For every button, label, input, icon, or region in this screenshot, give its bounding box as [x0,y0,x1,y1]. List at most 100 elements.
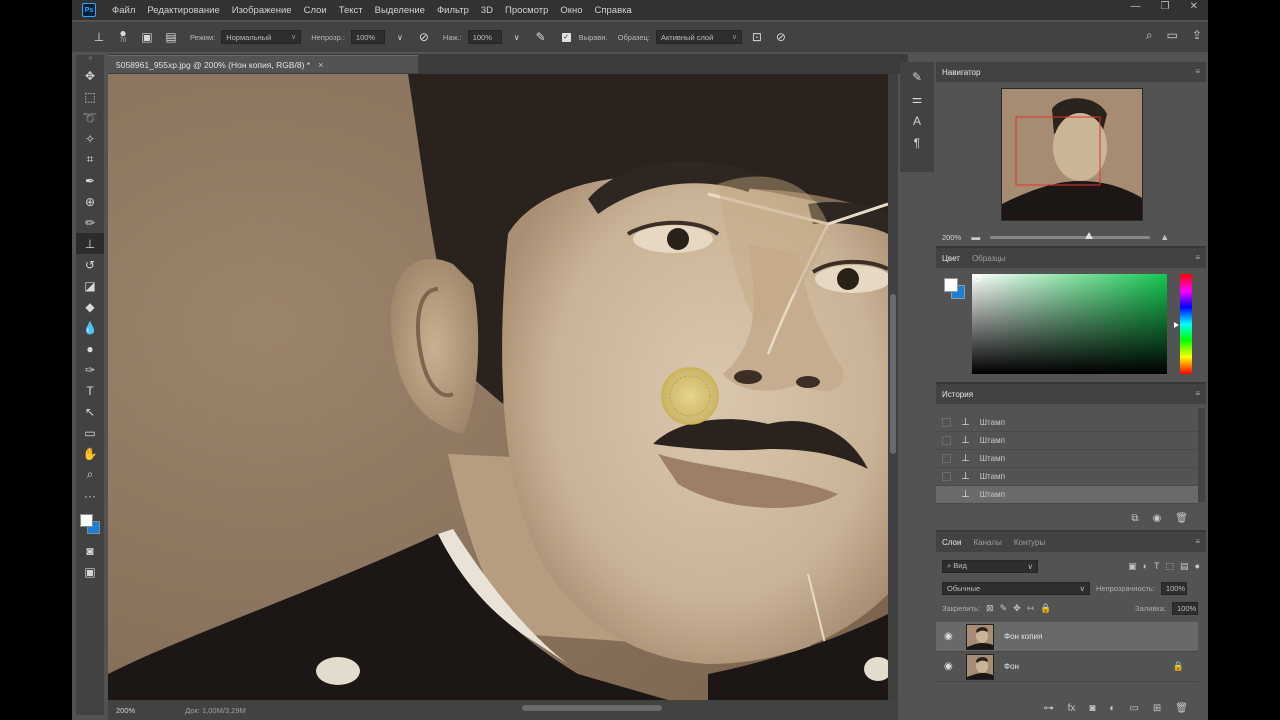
trash-icon[interactable]: 🗑 [1175,703,1188,714]
tab-history[interactable]: История [942,390,973,399]
close-window-button[interactable]: ✕ [1190,1,1198,12]
lock-transparent-icon[interactable]: ⊠ [986,603,994,614]
clone-source-icon[interactable]: ▤ [162,28,180,46]
magic-wand-tool-icon[interactable]: ✧ [76,128,104,149]
group-icon[interactable]: ▭ [1129,703,1138,714]
blend-mode-select[interactable]: Обычные ∨ [942,581,1090,595]
rectangle-tool-icon[interactable]: ▭ [76,422,104,443]
toolbar-grip[interactable]: » [76,55,104,65]
tab-paths[interactable]: Контуры [1014,538,1045,547]
filter-shape-icon[interactable]: ⬚ [1166,561,1175,572]
menu-help[interactable]: Справка [595,5,632,16]
filter-adjustment-icon[interactable]: ◐ [1143,561,1148,571]
tab-swatches[interactable]: Образцы [972,254,1006,263]
lock-image-icon[interactable]: ✎ [1000,603,1008,614]
history-snapshot-box[interactable] [942,418,951,427]
history-snapshot-box[interactable] [942,436,951,445]
crop-tool-icon[interactable]: ⌗ [76,149,104,170]
layer-row[interactable]: ◉ Фон 🔒 [936,652,1198,682]
hand-tool-icon[interactable]: ✋ [76,443,104,464]
lock-artboard-icon[interactable]: ⇿ [1027,603,1035,614]
panel-menu-icon[interactable]: ≡ [1195,537,1200,546]
move-tool-icon[interactable]: ✥ [76,65,104,86]
eyedropper-tool-icon[interactable]: ✒ [76,170,104,191]
fill-input[interactable]: 100% [1172,601,1198,615]
history-item[interactable]: ⊥ Штамп [936,468,1198,486]
eye-icon[interactable]: ◉ [944,631,956,642]
chevron-down-icon[interactable]: ∨ [508,28,526,46]
menu-layers[interactable]: Слои [304,5,327,16]
lock-position-icon[interactable]: ✥ [1013,603,1021,614]
minimize-button[interactable]: — [1131,1,1141,12]
ignore-adjustment-icon[interactable]: ⊡ [748,28,766,46]
history-item-active[interactable]: ⊥ Штамп [936,486,1198,504]
history-scrollbar[interactable] [1198,408,1205,502]
clone-stamp-preset-icon[interactable]: ⊥ [90,28,108,46]
brush-panel-icon[interactable]: ✎ [912,70,922,84]
history-snapshot-box[interactable] [942,490,951,499]
mode-select[interactable]: Нормальный ∨ [221,30,302,44]
hue-slider-marker[interactable] [1174,322,1179,328]
dodge-tool-icon[interactable]: ● [76,338,104,359]
layer-filter-select[interactable]: ⌕ Вид ∨ [942,559,1038,573]
link-layers-icon[interactable]: ⊶ [1044,703,1054,714]
history-snapshot-box[interactable] [942,454,951,463]
lasso-tool-icon[interactable]: ➰ [76,107,104,128]
menu-type[interactable]: Текст [339,5,363,16]
quick-mask-icon[interactable]: ◙ [76,540,104,561]
hue-slider[interactable] [1180,274,1192,374]
navigator-zoom-slider[interactable] [990,231,1151,239]
menu-view[interactable]: Просмотр [505,5,548,16]
screen-mode-icon[interactable]: ▣ [76,561,104,582]
sample-select[interactable]: Активный слой ∨ [655,30,742,44]
blur-tool-icon[interactable]: 💧 [76,317,104,338]
healing-brush-tool-icon[interactable]: ⊕ [76,191,104,212]
navigator-zoom-value[interactable]: 200% [942,233,961,242]
aligned-checkbox[interactable]: ✓ [561,32,571,42]
tab-channels[interactable]: Каналы [973,538,1001,547]
clone-stamp-tool-icon[interactable]: ⊥ [76,233,104,254]
history-item[interactable]: ⊥ Штамп [936,450,1198,468]
tab-color[interactable]: Цвет [942,254,960,263]
menu-3d[interactable]: 3D [481,5,493,16]
menu-window[interactable]: Окно [560,5,582,16]
status-zoom[interactable]: 200% [116,706,135,715]
zoom-slider-knob[interactable] [1085,231,1094,239]
brush-preset-icon[interactable]: ● 70 [114,27,132,46]
menu-file[interactable]: Файл [112,5,135,16]
adjustment-layer-icon[interactable]: ◐ [1109,703,1115,714]
opacity-input[interactable]: 100% [350,30,385,44]
adjustments-panel-icon[interactable]: ⚌ [912,92,923,106]
new-document-from-state-icon[interactable]: ⧉ [1131,513,1138,524]
new-layer-icon[interactable]: ⊞ [1153,703,1161,714]
airbrush-icon[interactable]: ✎ [532,28,550,46]
trash-icon[interactable]: 🗑 [1175,513,1188,524]
panel-menu-icon[interactable]: ≡ [1195,67,1200,76]
layer-opacity-input[interactable]: 100% [1160,581,1187,595]
eraser-tool-icon[interactable]: ◪ [76,275,104,296]
menu-filter[interactable]: Фильтр [437,5,469,16]
filter-pixel-icon[interactable]: ▣ [1128,561,1137,572]
menu-edit[interactable]: Редактирование [147,5,219,16]
document-tab[interactable]: 5058961_955xp.jpg @ 200% (Нон копия, RGB… [108,55,418,73]
brush-settings-icon[interactable]: ▣ [138,28,156,46]
brush-tool-icon[interactable]: ✏ [76,212,104,233]
tab-navigator[interactable]: Навигатор [942,68,980,77]
filter-smart-icon[interactable]: ▤ [1180,561,1189,572]
color-swatches[interactable] [76,506,104,540]
tab-layers[interactable]: Слои [942,538,961,547]
foreground-color-swatch[interactable] [80,514,93,527]
history-snapshot-box[interactable] [942,472,951,481]
navigator-thumbnail[interactable] [1001,88,1143,221]
paint-bucket-tool-icon[interactable]: ◆ [76,296,104,317]
scroll-thumb[interactable] [890,294,896,454]
marquee-tool-icon[interactable]: ⬚ [76,86,104,107]
paragraph-panel-icon[interactable]: ¶ [914,136,920,150]
share-icon[interactable]: ⇪ [1192,28,1202,43]
menu-select[interactable]: Выделение [375,5,425,16]
workspace-icon[interactable]: ▭ [1167,28,1178,43]
panel-menu-icon[interactable]: ≡ [1195,253,1200,262]
pressure-opacity-icon[interactable]: ⊘ [415,28,433,46]
layer-name[interactable]: Фон копия [1004,632,1042,641]
document-canvas[interactable] [108,74,888,700]
